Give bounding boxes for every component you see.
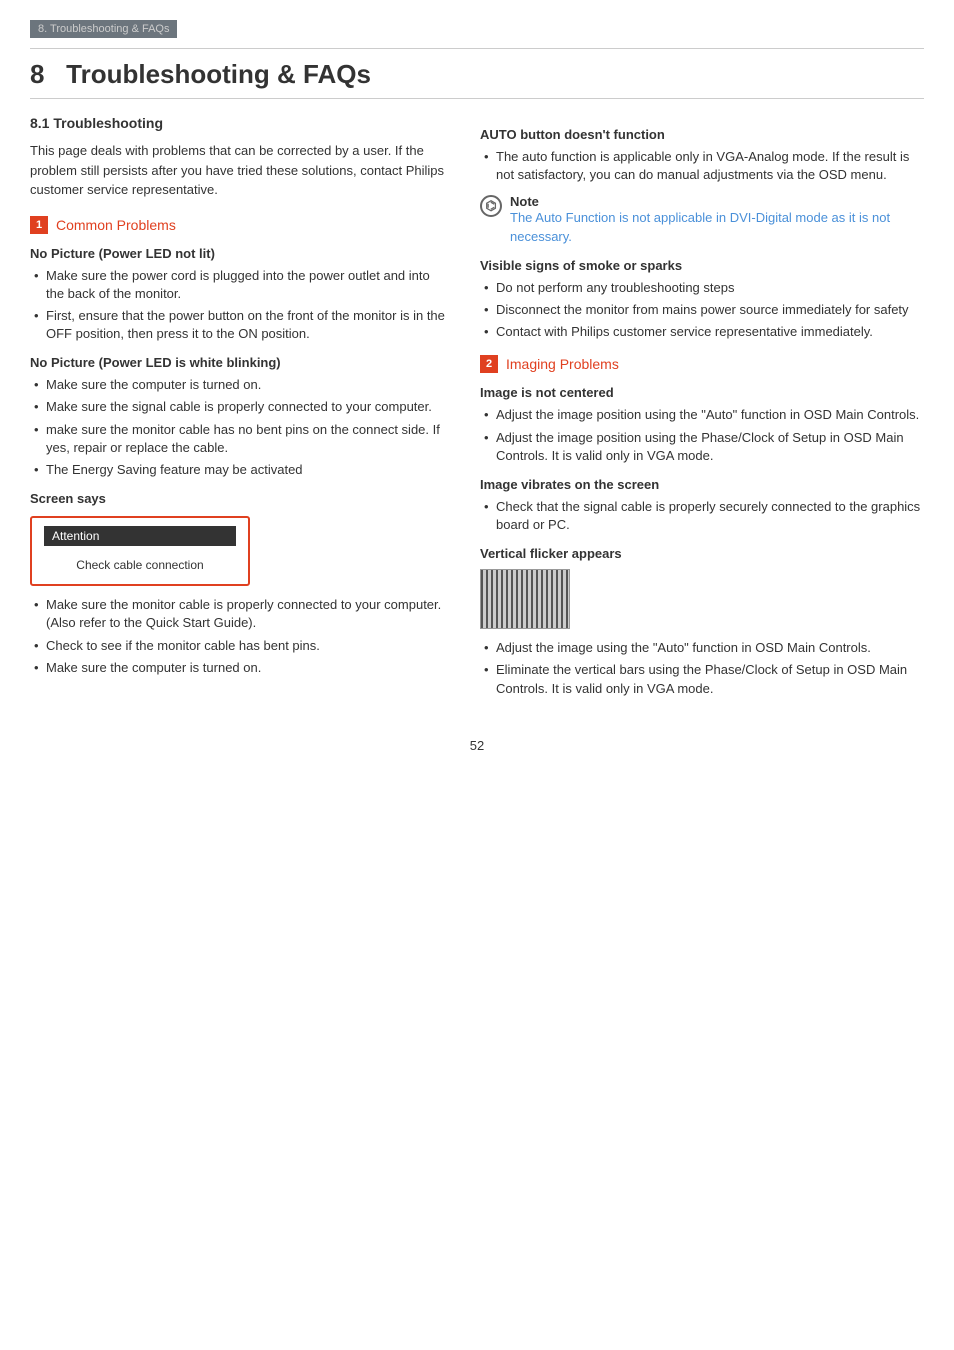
imaging-problems-title: Imaging Problems bbox=[506, 356, 619, 372]
image-vibrates-list: Check that the signal cable is properly … bbox=[480, 498, 924, 534]
imaging-problems-section-header: 2 Imaging Problems bbox=[480, 355, 924, 373]
list-item: Make sure the monitor cable is properly … bbox=[30, 596, 450, 632]
section-81-heading: 8.1 Troubleshooting bbox=[30, 115, 450, 131]
screen-says-heading: Screen says bbox=[30, 491, 450, 506]
note-label: Note bbox=[510, 194, 924, 209]
visible-signs-heading: Visible signs of smoke or sparks bbox=[480, 258, 924, 273]
section-81-intro: This page deals with problems that can b… bbox=[30, 141, 450, 200]
image-not-centered-heading: Image is not centered bbox=[480, 385, 924, 400]
common-problems-badge: 1 bbox=[30, 216, 48, 234]
vertical-flicker-list: Adjust the image using the "Auto" functi… bbox=[480, 639, 924, 698]
list-item: Adjust the image position using the Phas… bbox=[480, 429, 924, 465]
list-item: Contact with Philips customer service re… bbox=[480, 323, 924, 341]
no-picture-led-white-heading: No Picture (Power LED is white blinking) bbox=[30, 355, 450, 370]
list-item: Make sure the power cord is plugged into… bbox=[30, 267, 450, 303]
check-cable-label: Check cable connection bbox=[44, 554, 236, 576]
chapter-title: 8 Troubleshooting & FAQs bbox=[30, 59, 924, 90]
note-content: Note The Auto Function is not applicable… bbox=[510, 194, 924, 245]
screen-says-box: Attention Check cable connection bbox=[30, 516, 250, 586]
no-picture-led-not-lit-list: Make sure the power cord is plugged into… bbox=[30, 267, 450, 344]
right-column: AUTO button doesn't function The auto fu… bbox=[480, 115, 924, 708]
list-item: Adjust the image position using the "Aut… bbox=[480, 406, 924, 424]
list-item: Make sure the computer is turned on. bbox=[30, 659, 450, 677]
screen-says-list: Make sure the monitor cable is properly … bbox=[30, 596, 450, 677]
auto-button-list: The auto function is applicable only in … bbox=[480, 148, 924, 184]
visible-signs-list: Do not perform any troubleshooting steps… bbox=[480, 279, 924, 342]
list-item: Disconnect the monitor from mains power … bbox=[480, 301, 924, 319]
note-text: The Auto Function is not applicable in D… bbox=[510, 209, 924, 245]
common-problems-title: Common Problems bbox=[56, 217, 176, 233]
imaging-problems-badge: 2 bbox=[480, 355, 498, 373]
top-rule bbox=[30, 48, 924, 49]
two-col-layout: 8.1 Troubleshooting This page deals with… bbox=[30, 115, 924, 708]
attention-label: Attention bbox=[44, 526, 236, 546]
page-number: 52 bbox=[30, 738, 924, 753]
list-item: Check that the signal cable is properly … bbox=[480, 498, 924, 534]
list-item: The Energy Saving feature may be activat… bbox=[30, 461, 450, 479]
vertical-flicker-image bbox=[480, 569, 570, 629]
no-picture-led-white-list: Make sure the computer is turned on. Mak… bbox=[30, 376, 450, 479]
list-item: Make sure the signal cable is properly c… bbox=[30, 398, 450, 416]
list-item: Eliminate the vertical bars using the Ph… bbox=[480, 661, 924, 697]
image-vibrates-heading: Image vibrates on the screen bbox=[480, 477, 924, 492]
list-item: Do not perform any troubleshooting steps bbox=[480, 279, 924, 297]
list-item: First, ensure that the power button on t… bbox=[30, 307, 450, 343]
flicker-lines-visual bbox=[481, 570, 569, 628]
left-column: 8.1 Troubleshooting This page deals with… bbox=[30, 115, 450, 708]
breadcrumb: 8. Troubleshooting & FAQs bbox=[30, 20, 177, 38]
note-box: ⌬ Note The Auto Function is not applicab… bbox=[480, 194, 924, 245]
list-item: The auto function is applicable only in … bbox=[480, 148, 924, 184]
list-item: make sure the monitor cable has no bent … bbox=[30, 421, 450, 457]
chapter-title-text: Troubleshooting & FAQs bbox=[66, 59, 371, 89]
chapter-number: 8 bbox=[30, 59, 44, 89]
common-problems-section-header: 1 Common Problems bbox=[30, 216, 450, 234]
auto-button-heading: AUTO button doesn't function bbox=[480, 127, 924, 142]
note-icon: ⌬ bbox=[480, 195, 502, 217]
list-item: Check to see if the monitor cable has be… bbox=[30, 637, 450, 655]
list-item: Adjust the image using the "Auto" functi… bbox=[480, 639, 924, 657]
page-wrapper: 8. Troubleshooting & FAQs 8 Troubleshoot… bbox=[0, 0, 954, 783]
no-picture-led-not-lit-heading: No Picture (Power LED not lit) bbox=[30, 246, 450, 261]
vertical-flicker-heading: Vertical flicker appears bbox=[480, 546, 924, 561]
section-rule bbox=[30, 98, 924, 99]
image-not-centered-list: Adjust the image position using the "Aut… bbox=[480, 406, 924, 465]
list-item: Make sure the computer is turned on. bbox=[30, 376, 450, 394]
